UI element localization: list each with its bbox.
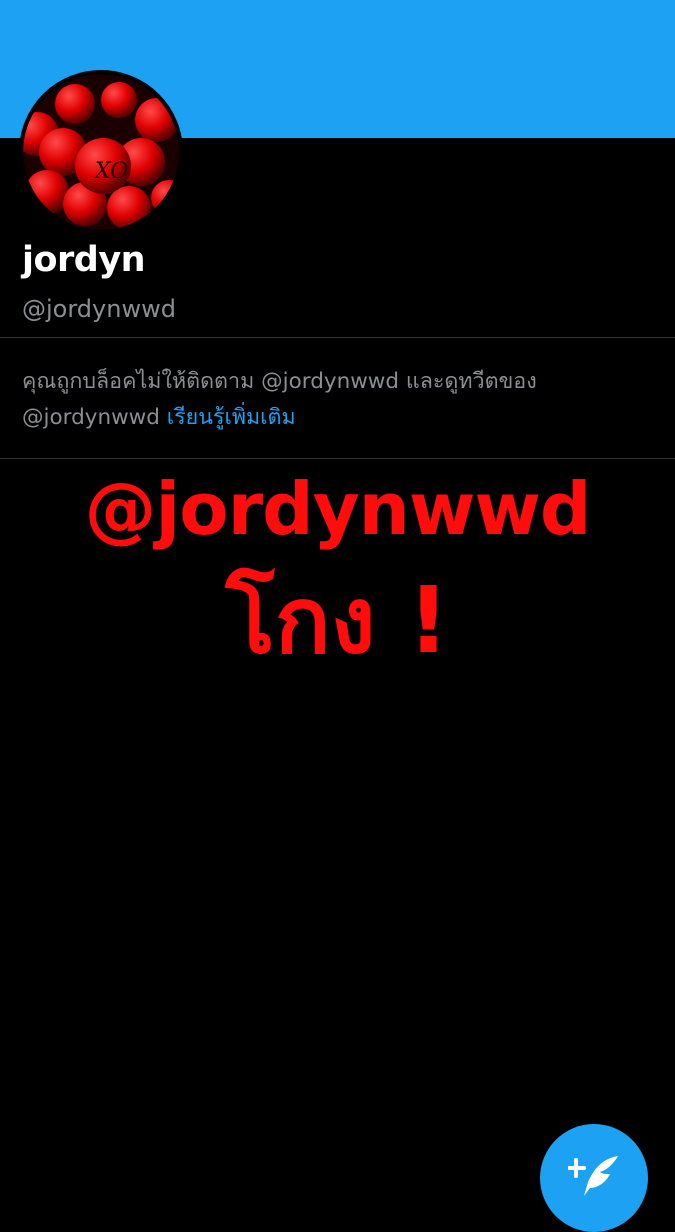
blocked-notice: คุณถูกบล็อคไม่ให้ติดตาม @jordynwwd และดู… bbox=[22, 364, 652, 436]
divider bbox=[0, 458, 675, 459]
avatar-image: XO bbox=[23, 74, 179, 230]
profile-avatar[interactable]: XO bbox=[19, 70, 183, 234]
learn-more-link[interactable]: เรียนรู้เพิ่มเติม bbox=[167, 405, 296, 430]
blocked-notice-handle: @jordynwwd bbox=[22, 405, 160, 430]
profile-handle: @jordynwwd bbox=[22, 295, 176, 323]
avatar-xo-text: XO bbox=[93, 159, 128, 184]
compose-tweet-button[interactable] bbox=[540, 1124, 648, 1232]
compose-tweet-icon bbox=[568, 1156, 618, 1196]
divider bbox=[0, 337, 675, 338]
overlay-handle-text: @jordynwwd bbox=[84, 467, 592, 551]
blocked-notice-text: คุณถูกบล็อคไม่ให้ติดตาม @jordynwwd และดู… bbox=[22, 369, 537, 394]
overlay-cheat-text: โกง ! bbox=[225, 567, 450, 674]
profile-display-name: jordyn bbox=[22, 240, 146, 280]
